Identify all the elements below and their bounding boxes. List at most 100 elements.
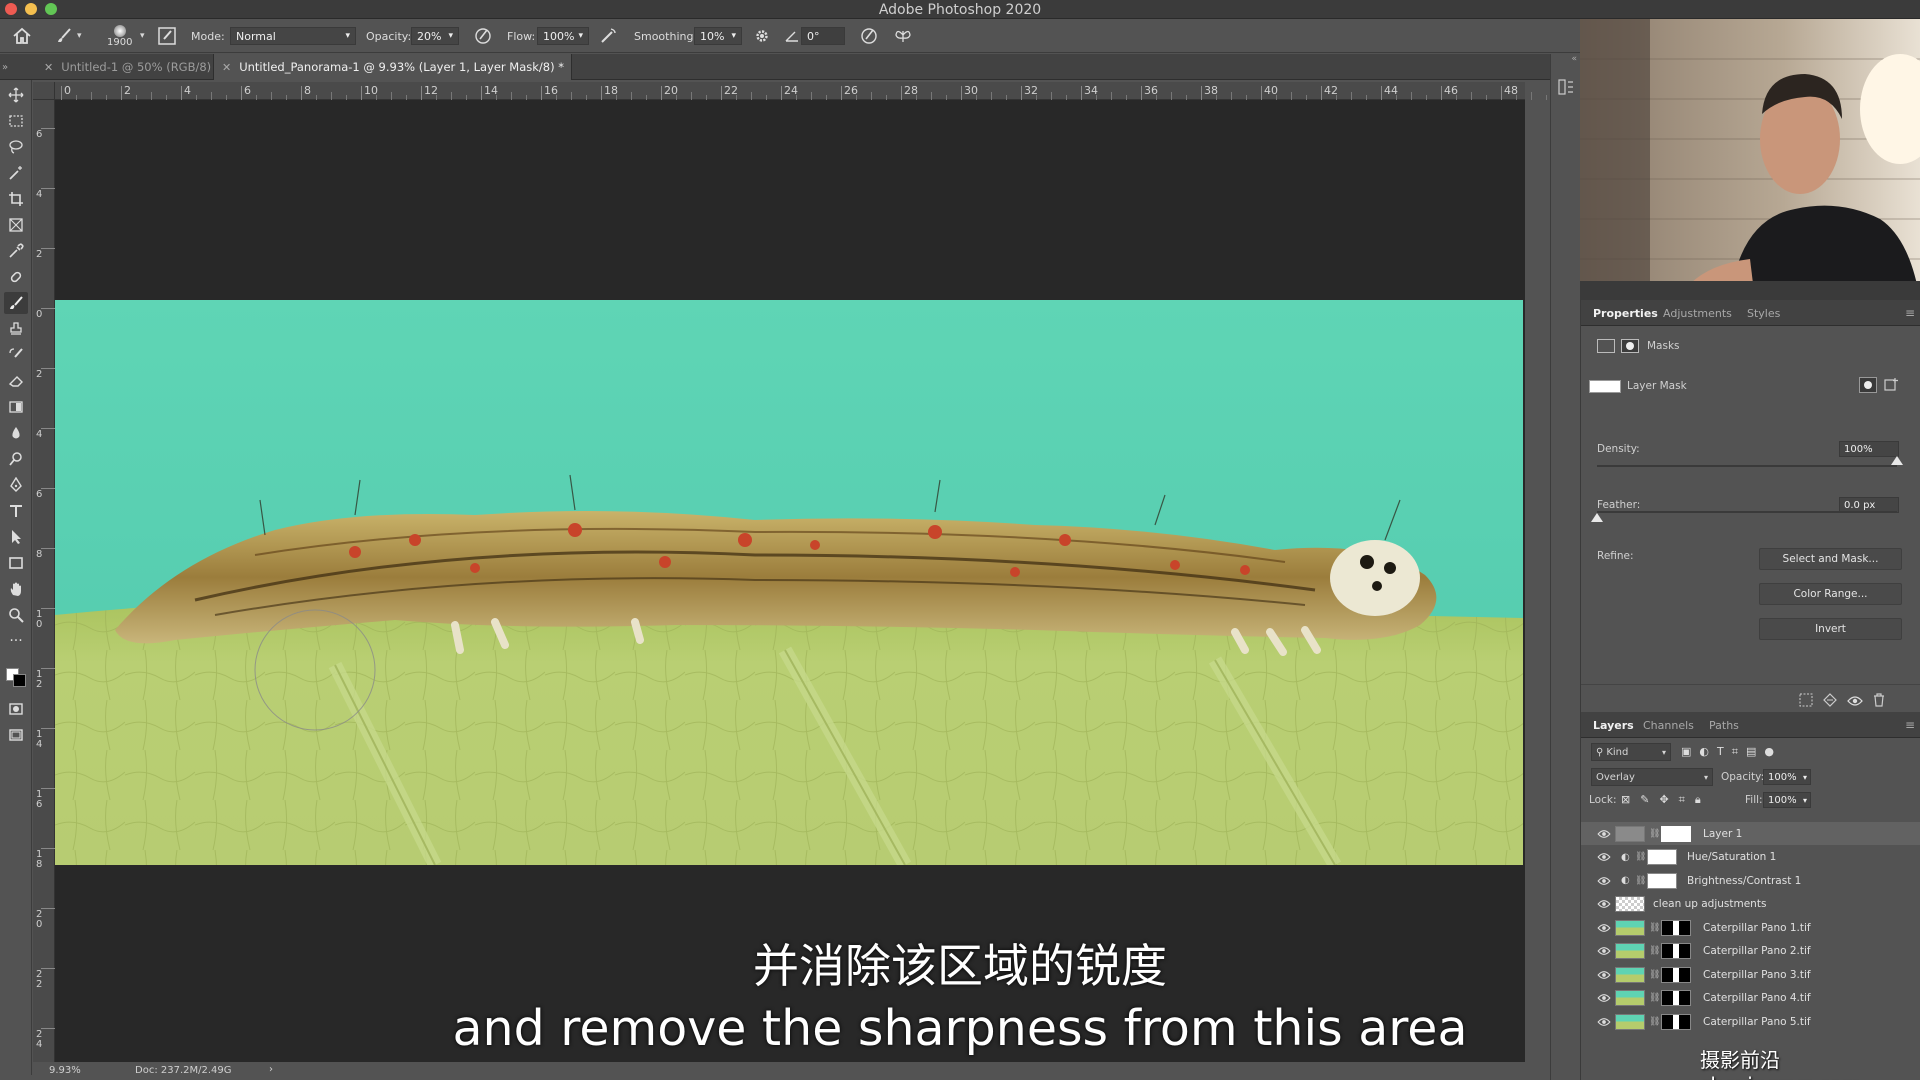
density-field[interactable]: 100% — [1839, 441, 1899, 457]
pixel-mask-icon[interactable] — [1597, 339, 1615, 353]
layer-opacity-field[interactable]: 100% ▾ — [1763, 769, 1811, 785]
brush-chevron[interactable]: ▾ — [140, 19, 145, 53]
lock-position-icon[interactable]: ✥ — [1659, 793, 1668, 807]
mode-select[interactable]: Normal ▾ — [230, 27, 356, 45]
feather-slider-thumb[interactable] — [1591, 513, 1603, 522]
layer-thumbnail[interactable] — [1615, 825, 1645, 842]
lasso-tool[interactable] — [4, 136, 28, 158]
panel-menu-icon[interactable]: ≡ — [1905, 712, 1915, 738]
tab-properties[interactable]: Properties — [1593, 300, 1658, 326]
delete-mask-button[interactable] — [1873, 692, 1889, 707]
select-mask-button[interactable] — [1859, 377, 1877, 393]
home-button[interactable] — [12, 19, 32, 53]
lock-artboard-icon[interactable]: ⌗ — [1679, 793, 1685, 807]
symmetry-button[interactable] — [894, 19, 912, 53]
screen-mode-button[interactable] — [4, 724, 28, 746]
feather-slider[interactable] — [1591, 511, 1897, 522]
smoothing-options-button[interactable] — [754, 19, 770, 53]
lock-transparency-icon[interactable]: ⊠ — [1621, 793, 1630, 807]
zoom-tool[interactable] — [4, 604, 28, 626]
layer-row[interactable]: ⛓ Layer 1 — [1581, 822, 1920, 845]
tool-preset-picker[interactable]: ▾ — [55, 19, 82, 53]
layer-row[interactable]: clean up adjustments — [1581, 893, 1920, 916]
tab-adjustments[interactable]: Adjustments — [1663, 300, 1732, 326]
tab-layers[interactable]: Layers — [1593, 712, 1634, 738]
visibility-eye-icon[interactable] — [1597, 899, 1611, 909]
load-selection-button[interactable] — [1799, 692, 1815, 707]
brush-settings-toggle[interactable] — [158, 19, 176, 53]
tab-untitled-panorama-1[interactable]: ✕ Untitled_Panorama-1 @ 9.93% (Layer 1, … — [214, 54, 572, 80]
hand-tool[interactable] — [4, 578, 28, 600]
healing-brush-tool[interactable] — [4, 266, 28, 288]
brush-tool[interactable] — [4, 292, 28, 314]
pen-tool[interactable] — [4, 474, 28, 496]
type-filter-icon[interactable]: T — [1717, 745, 1724, 759]
layer-row[interactable]: ◐ ⛓ Hue/Saturation 1 — [1581, 846, 1920, 869]
color-range-button[interactable]: Color Range... — [1759, 583, 1902, 605]
quick-mask-button[interactable] — [4, 698, 28, 720]
marquee-tool[interactable] — [4, 110, 28, 132]
pressure-size-button[interactable] — [860, 19, 878, 53]
layer-thumbnail[interactable] — [1615, 896, 1645, 912]
tab-paths[interactable]: Paths — [1709, 712, 1739, 738]
type-tool[interactable] — [4, 500, 28, 522]
shape-filter-icon[interactable]: ⌗ — [1732, 745, 1738, 759]
lock-pixels-icon[interactable]: ✎ — [1640, 793, 1649, 807]
gradient-tool[interactable] — [4, 396, 28, 418]
invert-button[interactable]: Invert — [1759, 618, 1902, 640]
eyedropper-tool[interactable] — [4, 240, 28, 262]
smart-object-filter-icon[interactable]: ▤ — [1746, 745, 1756, 759]
chevron-right-icon[interactable]: › — [269, 1064, 273, 1075]
panel-menu-icon[interactable]: ≡ — [1905, 300, 1915, 326]
tab-channels[interactable]: Channels — [1643, 712, 1694, 738]
visibility-eye-icon[interactable] — [1597, 876, 1611, 886]
blend-mode-select[interactable]: Overlay ▾ — [1591, 768, 1713, 786]
density-slider-thumb[interactable] — [1891, 456, 1903, 465]
background-color-swatch[interactable] — [13, 674, 26, 687]
smoothing-field[interactable]: 10% ▾ — [694, 27, 742, 45]
magic-wand-tool[interactable] — [4, 162, 28, 184]
opacity-field[interactable]: 20% ▾ — [411, 27, 459, 45]
ruler-origin[interactable] — [33, 82, 55, 100]
history-brush-tool[interactable] — [4, 344, 28, 366]
close-tab-icon[interactable]: ✕ — [44, 61, 53, 74]
document-canvas[interactable] — [55, 100, 1525, 1075]
adjustment-filter-icon[interactable]: ◐ — [1699, 745, 1709, 759]
brush-angle-field[interactable]: 0° — [801, 27, 845, 45]
vector-mask-icon[interactable] — [1621, 339, 1639, 353]
clone-stamp-tool[interactable] — [4, 318, 28, 340]
frame-tool[interactable] — [4, 214, 28, 236]
eraser-tool[interactable] — [4, 370, 28, 392]
filter-toggle-icon[interactable]: ● — [1764, 745, 1774, 759]
blur-tool[interactable] — [4, 422, 28, 444]
apply-vector-mask-button[interactable] — [1883, 377, 1901, 393]
layer-mask-thumbnail[interactable] — [1661, 825, 1691, 842]
filter-kind-select[interactable]: ⚲ Kind ▾ — [1591, 743, 1671, 761]
close-tab-icon[interactable]: ✕ — [222, 61, 231, 74]
visibility-eye-icon[interactable] — [1597, 829, 1611, 839]
toggle-mask-button[interactable] — [1847, 692, 1863, 706]
select-and-mask-button[interactable]: Select and Mask... — [1759, 548, 1902, 570]
crop-tool[interactable] — [4, 188, 28, 210]
brush-preset-picker[interactable]: 1900 — [107, 19, 132, 53]
pressure-opacity-button[interactable] — [474, 19, 492, 53]
visibility-eye-icon[interactable] — [1597, 852, 1611, 862]
layer-row[interactable]: ◐ ⛓ Brightness/Contrast 1 — [1581, 869, 1920, 892]
edit-toolbar-button[interactable]: ··· — [4, 630, 28, 652]
tab-styles[interactable]: Styles — [1747, 300, 1780, 326]
rectangle-tool[interactable] — [4, 552, 28, 574]
collapse-icon[interactable]: » — [2, 54, 8, 80]
fill-field[interactable]: 100% ▾ — [1763, 792, 1811, 808]
flow-field[interactable]: 100% ▾ — [537, 27, 589, 45]
zoom-level[interactable]: 9.93% — [49, 1065, 81, 1076]
lock-all-icon[interactable]: 🔒︎ — [1695, 793, 1701, 807]
dodge-tool[interactable] — [4, 448, 28, 470]
pixel-filter-icon[interactable]: ▣ — [1681, 745, 1691, 759]
caterpillar-panorama-image[interactable] — [55, 300, 1523, 865]
path-selection-tool[interactable] — [4, 526, 28, 548]
airbrush-button[interactable] — [599, 19, 617, 53]
tab-untitled-1[interactable]: ✕ Untitled-1 @ 50% (RGB/8) — [36, 54, 214, 80]
density-slider[interactable] — [1597, 456, 1903, 467]
apply-mask-button[interactable] — [1823, 692, 1839, 707]
layer-mask-thumbnail[interactable] — [1647, 849, 1677, 865]
